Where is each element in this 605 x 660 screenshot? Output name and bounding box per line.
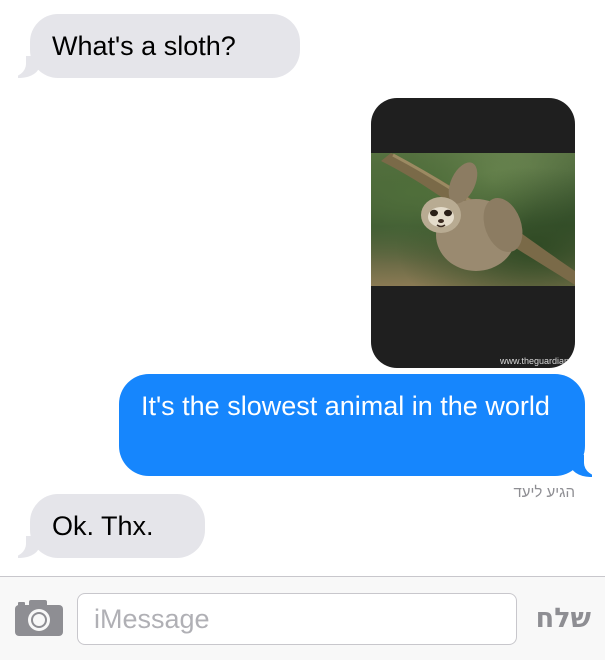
message-text: What's a sloth?: [52, 31, 236, 61]
bubble-tail: [570, 453, 605, 477]
compose-bar: שלח: [0, 576, 605, 660]
image-source-credit: www.theguardian: [499, 356, 569, 366]
incoming-message[interactable]: Ok. Thx.: [30, 494, 205, 558]
message-text: Ok. Thx.: [52, 511, 154, 541]
image-message[interactable]: www.theguardian: [371, 98, 575, 368]
incoming-message[interactable]: What's a sloth?: [30, 14, 300, 78]
sloth-photo[interactable]: [371, 153, 575, 286]
bubble-tail: [4, 54, 40, 78]
send-button[interactable]: שלח: [536, 603, 591, 634]
outgoing-message[interactable]: It's the slowest animal in the world: [119, 374, 585, 476]
message-thread: What's a sloth? www.theguardian It's the…: [0, 0, 605, 576]
bubble-tail: [4, 534, 40, 558]
sloth-illustration: [381, 153, 575, 285]
message-input[interactable]: [78, 594, 516, 644]
camera-icon[interactable]: [14, 597, 64, 637]
message-text: It's the slowest animal in the world: [141, 391, 550, 421]
delivery-status: הגיע ליעד: [513, 484, 575, 501]
message-input-field[interactable]: [77, 593, 517, 645]
